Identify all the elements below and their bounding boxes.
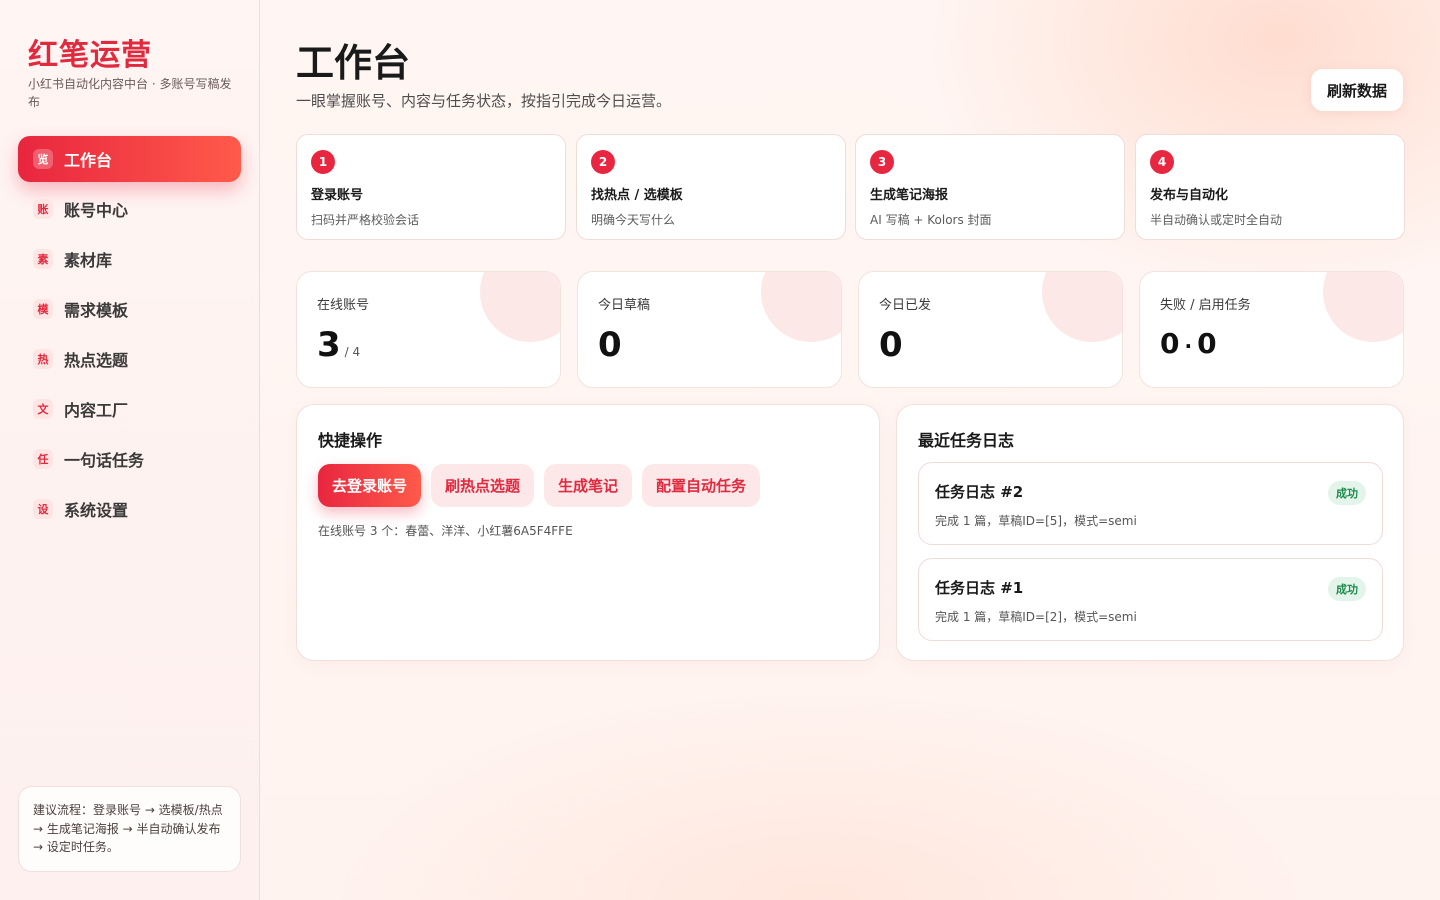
account-icon: 账	[33, 199, 53, 219]
brand-title: 红笔运营	[28, 38, 152, 73]
stat-card-published: 今日已发 0	[858, 271, 1123, 388]
template-icon: 模	[33, 299, 53, 319]
task-icon: 任	[33, 449, 53, 469]
content-icon: 文	[33, 399, 53, 419]
sidebar-item-hot-topics[interactable]: 热 热点选题	[18, 336, 241, 382]
step-title: 生成笔记海报	[870, 188, 949, 203]
stat-value: 0	[598, 325, 623, 365]
log-desc: 完成 1 篇，草稿ID=[5]，模式=semi	[935, 514, 1137, 528]
sidebar-item-accounts[interactable]: 账 账号中心	[18, 186, 241, 232]
sidebar-item-label: 一句话任务	[64, 451, 145, 470]
stat-value: 0 · 0	[1160, 327, 1383, 360]
log-item[interactable]: 任务日志 #1 完成 1 篇，草稿ID=[2]，模式=semi 成功	[918, 558, 1383, 641]
sidebar-item-materials[interactable]: 素 素材库	[18, 236, 241, 282]
material-icon: 素	[33, 249, 53, 269]
quick-actions-panel: 快捷操作 去登录账号 刷热点选题 生成笔记 配置自动任务 在线账号 3 个：春蕾…	[296, 404, 880, 661]
step-card-generate: 3 生成笔记海报 AI 写稿 + Kolors 封面	[855, 134, 1125, 240]
online-count: 3	[317, 325, 342, 365]
stat-value: 3/ 4	[317, 325, 540, 365]
configure-auto-task-button[interactable]: 配置自动任务	[642, 464, 761, 507]
page-title: 工作台	[296, 40, 411, 85]
stats-row: 在线账号 3/ 4 今日草稿 0 今日已发 0 失败 / 启用任务 0 · 0	[296, 271, 1404, 388]
stat-label: 失败 / 启用任务	[1160, 298, 1251, 313]
step-card-login: 1 登录账号 扫码并严格校验会话	[296, 134, 566, 240]
online-total: / 4	[344, 345, 361, 359]
step-title: 发布与自动化	[1150, 188, 1229, 203]
stat-label: 今日已发	[879, 298, 932, 313]
stat-label: 在线账号	[317, 298, 370, 313]
quick-actions: 去登录账号 刷热点选题 生成笔记 配置自动任务	[318, 464, 761, 507]
step-number-badge: 3	[870, 150, 894, 174]
step-desc: 扫码并严格校验会话	[311, 213, 420, 227]
step-desc: 明确今天写什么	[591, 213, 676, 227]
refresh-button[interactable]: 刷新数据	[1311, 69, 1403, 111]
step-card-topics: 2 找热点 / 选模板 明确今天写什么	[576, 134, 846, 240]
online-accounts-text: 在线账号 3 个：春蕾、洋洋、小红薯6A5F4FFE	[318, 524, 573, 538]
page-subtitle: 一眼掌握账号、内容与任务状态，按指引完成今日运营。	[296, 92, 672, 110]
step-title: 登录账号	[311, 188, 364, 203]
panel-title: 快捷操作	[318, 431, 383, 450]
log-title: 任务日志 #2	[935, 483, 1024, 501]
sidebar-item-label: 素材库	[64, 251, 113, 270]
brand-subtitle: 小红书自动化内容中台 · 多账号写稿发布	[28, 77, 232, 109]
step-card-publish: 4 发布与自动化 半自动确认或定时全自动	[1135, 134, 1405, 240]
refresh-hot-topics-button[interactable]: 刷热点选题	[431, 464, 535, 507]
failed-count: 0	[1160, 327, 1181, 360]
step-title: 找热点 / 选模板	[591, 188, 683, 203]
step-number-badge: 1	[311, 150, 335, 174]
sidebar-item-workbench[interactable]: 览 工作台	[18, 136, 241, 182]
sidebar-item-label: 需求模板	[64, 301, 129, 320]
sidebar-item-label: 工作台	[64, 151, 113, 170]
task-logs-panel: 最近任务日志 任务日志 #2 完成 1 篇，草稿ID=[5]，模式=semi 成…	[896, 404, 1404, 661]
stat-label: 今日草稿	[598, 298, 651, 313]
stat-value: 0	[879, 325, 904, 365]
status-badge: 成功	[1328, 481, 1366, 505]
overview-icon: 览	[33, 149, 53, 169]
settings-icon: 设	[33, 499, 53, 519]
steps-row: 1 登录账号 扫码并严格校验会话 2 找热点 / 选模板 明确今天写什么 3 生…	[296, 134, 1405, 240]
separator-dot: ·	[1184, 334, 1194, 358]
stat-card-drafts: 今日草稿 0	[577, 271, 842, 388]
step-desc: 半自动确认或定时全自动	[1150, 213, 1283, 227]
log-desc: 完成 1 篇，草稿ID=[2]，模式=semi	[935, 610, 1137, 624]
log-title: 任务日志 #1	[935, 579, 1024, 597]
sidebar-nav: 览 工作台 账 账号中心 素 素材库 模 需求模板 热 热点选题 文 内容工厂 …	[18, 136, 241, 536]
go-login-button[interactable]: 去登录账号	[318, 464, 422, 507]
panel-title: 最近任务日志	[918, 431, 1015, 450]
step-desc: AI 写稿 + Kolors 封面	[870, 213, 992, 227]
sidebar-item-label: 系统设置	[64, 501, 129, 520]
step-number-badge: 2	[591, 150, 615, 174]
hot-icon: 热	[33, 349, 53, 369]
status-badge: 成功	[1328, 577, 1366, 601]
sidebar-item-label: 账号中心	[64, 201, 129, 220]
stat-card-online: 在线账号 3/ 4	[296, 271, 561, 388]
sidebar-item-content-factory[interactable]: 文 内容工厂	[18, 386, 241, 432]
flow-hint: 建议流程：登录账号 → 选模板/热点 → 生成笔记海报 → 半自动确认发布 → …	[18, 786, 241, 872]
sidebar-item-label: 热点选题	[64, 351, 129, 370]
sidebar: 红笔运营 小红书自动化内容中台 · 多账号写稿发布 览 工作台 账 账号中心 素…	[0, 0, 260, 900]
sidebar-item-quick-task[interactable]: 任 一句话任务	[18, 436, 241, 482]
log-item[interactable]: 任务日志 #2 完成 1 篇，草稿ID=[5]，模式=semi 成功	[918, 462, 1383, 545]
sidebar-item-label: 内容工厂	[64, 401, 129, 420]
generate-note-button[interactable]: 生成笔记	[544, 464, 633, 507]
step-number-badge: 4	[1150, 150, 1174, 174]
sidebar-item-settings[interactable]: 设 系统设置	[18, 486, 241, 532]
enabled-count: 0	[1197, 327, 1218, 360]
stat-card-tasks: 失败 / 启用任务 0 · 0	[1139, 271, 1404, 388]
sidebar-item-templates[interactable]: 模 需求模板	[18, 286, 241, 332]
